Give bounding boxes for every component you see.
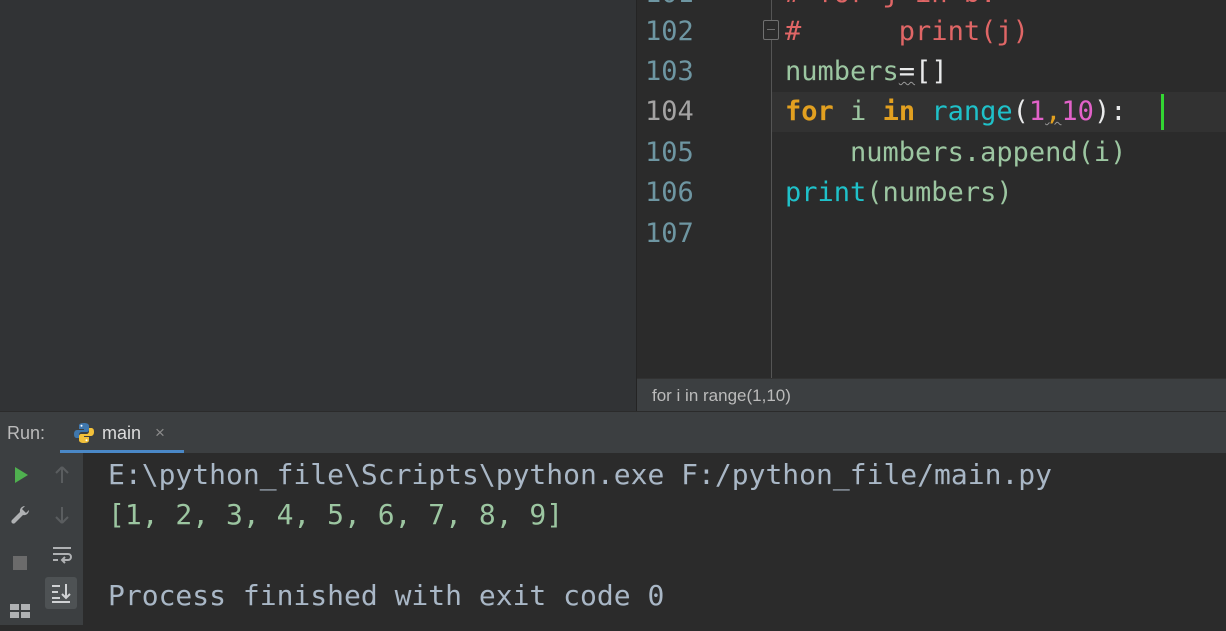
line-number-105: 105: [645, 137, 694, 168]
run-toolbar-secondary: [41, 453, 84, 625]
fold-marker-icon[interactable]: [763, 20, 779, 40]
paren-open: (: [1012, 96, 1029, 127]
comma-separator: ,: [1045, 96, 1062, 127]
console-output-line: [1, 2, 3, 4, 5, 6, 7, 8, 9]: [108, 498, 564, 531]
soft-wrap-icon[interactable]: [46, 539, 78, 571]
layout-icon[interactable]: [4, 595, 36, 627]
arrow-up-icon[interactable]: [46, 459, 78, 491]
console-output[interactable]: E:\python_file\Scripts\python.exe F:/pyt…: [84, 453, 1226, 625]
line-number-102: 102: [645, 16, 694, 47]
wrench-icon[interactable]: [4, 499, 36, 531]
code-line-105[interactable]: numbers.append(i): [785, 133, 1126, 173]
breadcrumb[interactable]: for i in range(1,10): [637, 378, 1226, 411]
keyword-for: for: [785, 96, 834, 127]
console-command-line: E:\python_file\Scripts\python.exe F:/pyt…: [108, 458, 1053, 491]
comment-hash: #: [785, 16, 802, 47]
line-number-106: 106: [645, 177, 694, 208]
stop-icon[interactable]: [4, 547, 36, 579]
scroll-to-end-icon[interactable]: [45, 577, 77, 609]
arrow-down-icon[interactable]: [46, 499, 78, 531]
variable-numbers: numbers: [785, 56, 899, 87]
method-call: numbers.append: [850, 137, 1078, 168]
play-icon[interactable]: [4, 459, 36, 491]
line-number-107: 107: [645, 218, 694, 249]
code-line-103[interactable]: numbers=[]: [785, 52, 948, 92]
line-number-103: 103: [645, 56, 694, 87]
code-editor[interactable]: 101 # for j in b: 102 103 104 105 106 10…: [636, 0, 1226, 411]
python-icon: [74, 423, 94, 443]
run-toolbar-primary: [0, 453, 42, 625]
code-line-106[interactable]: print(numbers): [785, 173, 1013, 213]
close-icon[interactable]: ×: [155, 412, 165, 454]
run-label: Run:: [7, 423, 46, 443]
text-caret: [1161, 94, 1164, 130]
code-line-102[interactable]: # print(j): [785, 12, 1029, 52]
comment-text: print(j): [801, 16, 1029, 47]
number-literal: 1: [1028, 96, 1046, 127]
code-line-104[interactable]: for i in range(1,10):: [785, 92, 1126, 132]
run-tab-label: main: [102, 423, 142, 443]
run-panel-header: Run: main ×: [0, 411, 1226, 454]
loop-variable: i: [833, 96, 883, 127]
call-arguments: (numbers): [866, 177, 1013, 208]
console-exit-status: Process finished with exit code 0: [108, 579, 665, 612]
empty-list: []: [915, 56, 948, 87]
builtin-print: print: [785, 177, 867, 208]
left-empty-pane: [0, 0, 636, 411]
line-number-104: 104: [645, 96, 694, 127]
call-arguments: (i): [1077, 137, 1127, 168]
number-literal: 10: [1061, 96, 1094, 127]
builtin-range: range: [915, 96, 1013, 127]
paren-close-colon: ):: [1093, 96, 1127, 127]
run-tab-main[interactable]: main ×: [60, 412, 184, 454]
assign-operator: =: [898, 56, 916, 87]
keyword-in: in: [882, 96, 916, 127]
